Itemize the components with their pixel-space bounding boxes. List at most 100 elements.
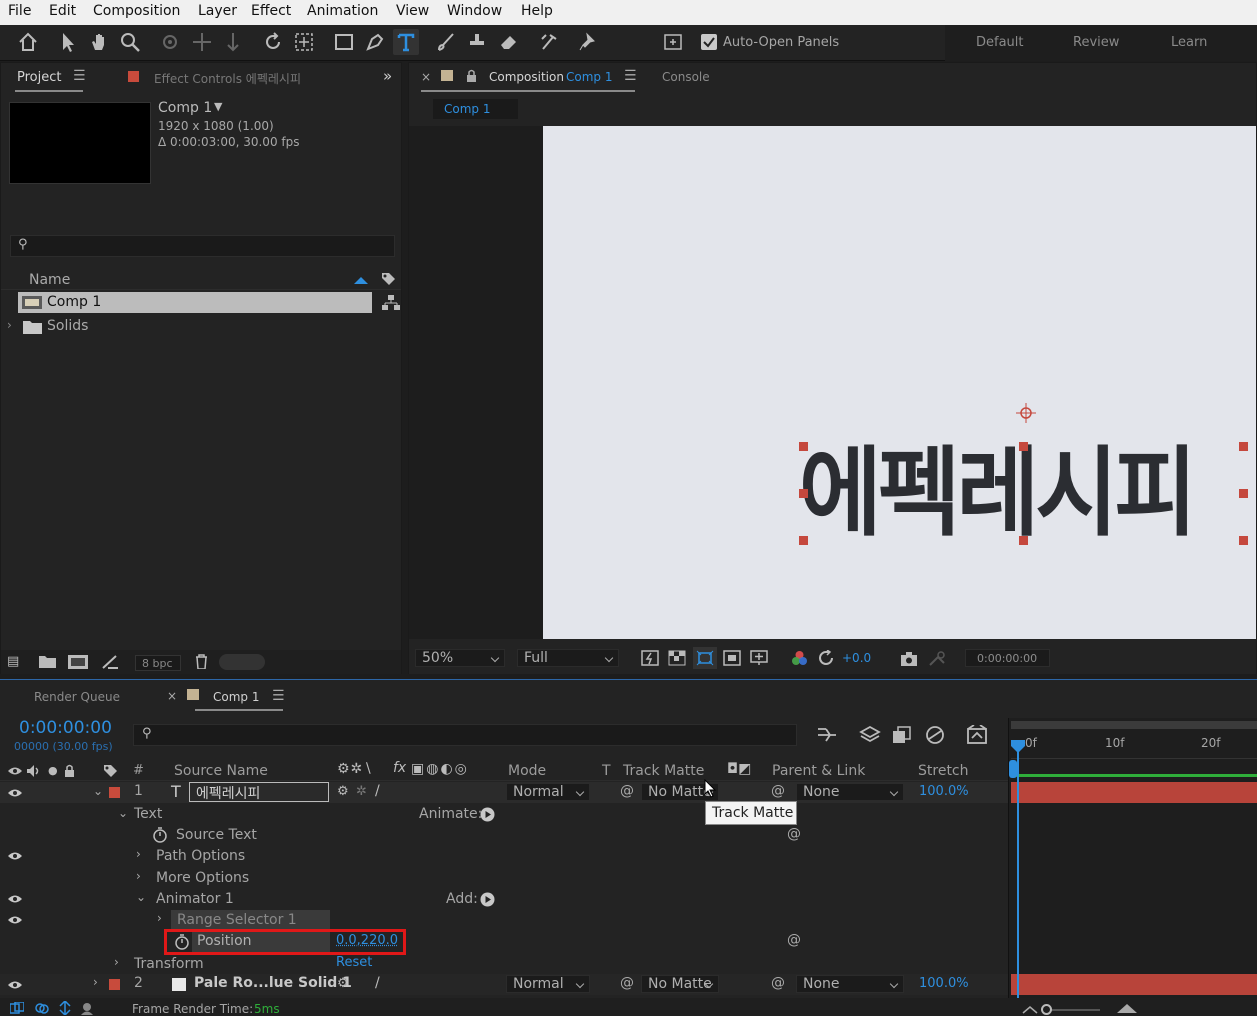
collapse-arrow-icon[interactable]: ⌄	[136, 890, 146, 904]
bpc-button[interactable]: 8 bpc	[135, 655, 181, 671]
solo-dot-icon[interactable]: ●	[48, 764, 58, 777]
current-time-indicator-icon[interactable]	[1011, 740, 1025, 754]
zoom-in-icon[interactable]	[1116, 1002, 1138, 1014]
transform-label[interactable]: Transform	[134, 956, 204, 972]
layer-2-duration-bar[interactable]	[1011, 974, 1257, 995]
tab-console[interactable]: Console	[662, 70, 710, 84]
menu-composition[interactable]: Composition	[93, 3, 180, 19]
motion-blur-icon[interactable]	[966, 725, 988, 745]
expand-arrow-icon[interactable]: ›	[93, 975, 98, 989]
grid-guides-icon[interactable]	[750, 650, 768, 666]
stopwatch-icon[interactable]	[152, 827, 168, 843]
project-item-comp[interactable]: Comp 1	[18, 292, 372, 313]
project-item-label[interactable]: Solids	[47, 318, 88, 334]
position-property-row[interactable]: Position	[192, 932, 330, 952]
fast-previews-icon[interactable]	[641, 650, 659, 666]
stretch-value[interactable]: 100.0%	[919, 784, 969, 799]
menu-layer[interactable]: Layer	[198, 3, 237, 19]
new-folder-icon[interactable]	[39, 655, 56, 668]
exposure-value[interactable]: +0.0	[842, 651, 871, 665]
expand-arrow-icon[interactable]: ›	[157, 911, 162, 925]
spiral-icon[interactable]: @	[787, 826, 801, 842]
layer-row-2[interactable]: › 2 Pale Ro...lue Solid 1 ⚙ / Normal @ N…	[0, 974, 1008, 995]
collapse-transformations-icon[interactable]: ⚙	[337, 976, 349, 991]
new-composition-icon[interactable]	[68, 655, 88, 669]
playhead-line[interactable]	[1017, 744, 1019, 998]
reset-link[interactable]: Reset	[336, 955, 372, 970]
region-of-interest-icon[interactable]	[723, 650, 741, 666]
position-value[interactable]: 0.0,220.0	[336, 933, 398, 948]
current-time-display[interactable]: 0:00:00:00	[19, 718, 112, 738]
flowchart-icon[interactable]	[382, 295, 400, 311]
parent-link-header[interactable]: Parent & Link	[772, 763, 865, 779]
quality-slash-icon[interactable]: /	[375, 975, 380, 991]
home-icon[interactable]	[15, 29, 41, 55]
draft-3d-icon[interactable]	[859, 726, 881, 744]
workspace-default[interactable]: Default	[976, 35, 1024, 50]
animate-play-icon[interactable]	[480, 807, 495, 822]
transfer-controls-toggle-icon[interactable]	[35, 1002, 49, 1015]
quality-slash-icon[interactable]: /	[375, 783, 380, 799]
label-tag-icon[interactable]	[102, 763, 118, 779]
layer-label-color[interactable]	[109, 787, 120, 798]
sort-ascending-icon[interactable]	[354, 275, 368, 285]
bounding-handle[interactable]	[799, 442, 808, 451]
tab-render-queue[interactable]: Render Queue	[34, 690, 120, 704]
interpret-footage-icon[interactable]: ▤	[7, 654, 19, 669]
stretch-header[interactable]: Stretch	[918, 763, 969, 779]
zoom-slider-track[interactable]	[1045, 1009, 1100, 1011]
type-tool-icon[interactable]	[393, 29, 419, 55]
layer-name-field[interactable]: 에펙레시피	[189, 782, 329, 802]
tab-effect-controls[interactable]: Effect Controls 에펙레시피	[154, 70, 301, 87]
add-play-icon[interactable]	[480, 892, 495, 907]
reset-exposure-icon[interactable]	[818, 650, 835, 666]
panel-menu-icon[interactable]: ☰	[624, 68, 637, 84]
zoom-out-icon[interactable]	[1022, 1004, 1038, 1014]
close-tab-icon[interactable]: ×	[167, 689, 177, 703]
roto-brush-icon[interactable]	[536, 29, 562, 55]
in-out-toggle-icon[interactable]	[58, 1001, 72, 1015]
collapse-arrow-icon[interactable]: ⌄	[118, 806, 128, 820]
comp-subtab[interactable]: Comp 1	[433, 99, 518, 119]
source-text-label[interactable]: Source Text	[176, 827, 257, 843]
mask-visibility-toggle[interactable]	[693, 647, 717, 669]
layer-switches-toggle-icon[interactable]	[10, 1002, 24, 1015]
path-options-label[interactable]: Path Options	[156, 848, 245, 864]
selection-tool-icon[interactable]	[55, 29, 81, 55]
canvas-text-layer[interactable]: 에펙레시피	[799, 439, 1244, 548]
track-matte-header[interactable]: Track Matte	[623, 763, 704, 779]
collapse-transformations-icon[interactable]: ⚙	[337, 784, 349, 799]
menu-window[interactable]: Window	[447, 3, 502, 19]
work-area-bar[interactable]	[1011, 721, 1257, 729]
rotate-tool-icon[interactable]	[260, 29, 286, 55]
visibility-eye-icon[interactable]	[8, 980, 22, 990]
time-graph[interactable]: 0f 10f 20f	[1008, 718, 1257, 998]
mode-header[interactable]: Mode	[508, 763, 546, 779]
range-selector-row[interactable]: Range Selector 1	[171, 910, 330, 930]
menu-edit[interactable]: Edit	[49, 3, 76, 19]
bounding-handle[interactable]	[799, 489, 808, 498]
menu-help[interactable]: Help	[521, 3, 553, 19]
visibility-eye-icon[interactable]	[8, 915, 22, 925]
tab-timeline-comp[interactable]: Comp 1	[213, 690, 259, 704]
bounding-handle[interactable]	[1239, 489, 1248, 498]
timeline-search-input[interactable]: ⚲	[133, 724, 797, 746]
visibility-eye-icon[interactable]	[8, 894, 22, 904]
layer-row-1[interactable]: ⌄ 1 T 에펙레시피 ⚙ ✲ / Normal @ No Matte @ No…	[0, 782, 1008, 803]
lock-icon[interactable]	[466, 69, 477, 82]
parent-dropdown[interactable]: None	[796, 783, 904, 801]
frame-blending-icon[interactable]	[924, 725, 946, 745]
bounding-handle[interactable]	[1019, 442, 1028, 451]
bounding-handle[interactable]	[1019, 536, 1028, 545]
playhead-start-handle[interactable]	[1009, 760, 1017, 778]
layer-1-duration-bar[interactable]	[1011, 782, 1257, 803]
bounding-handle[interactable]	[799, 536, 808, 545]
stretch-value[interactable]: 100.0%	[919, 976, 969, 991]
parent-dropdown[interactable]: None	[796, 975, 904, 993]
panel-menu-icon[interactable]: ☰	[73, 68, 86, 84]
composition-mini-flowchart-icon[interactable]	[816, 726, 838, 744]
spiral-icon[interactable]: @	[620, 975, 634, 991]
expand-arrow-icon[interactable]: ›	[136, 869, 141, 883]
collapse-arrow-icon[interactable]: ⌄	[93, 784, 103, 798]
zoom-slider-thumb[interactable]	[1041, 1004, 1052, 1015]
